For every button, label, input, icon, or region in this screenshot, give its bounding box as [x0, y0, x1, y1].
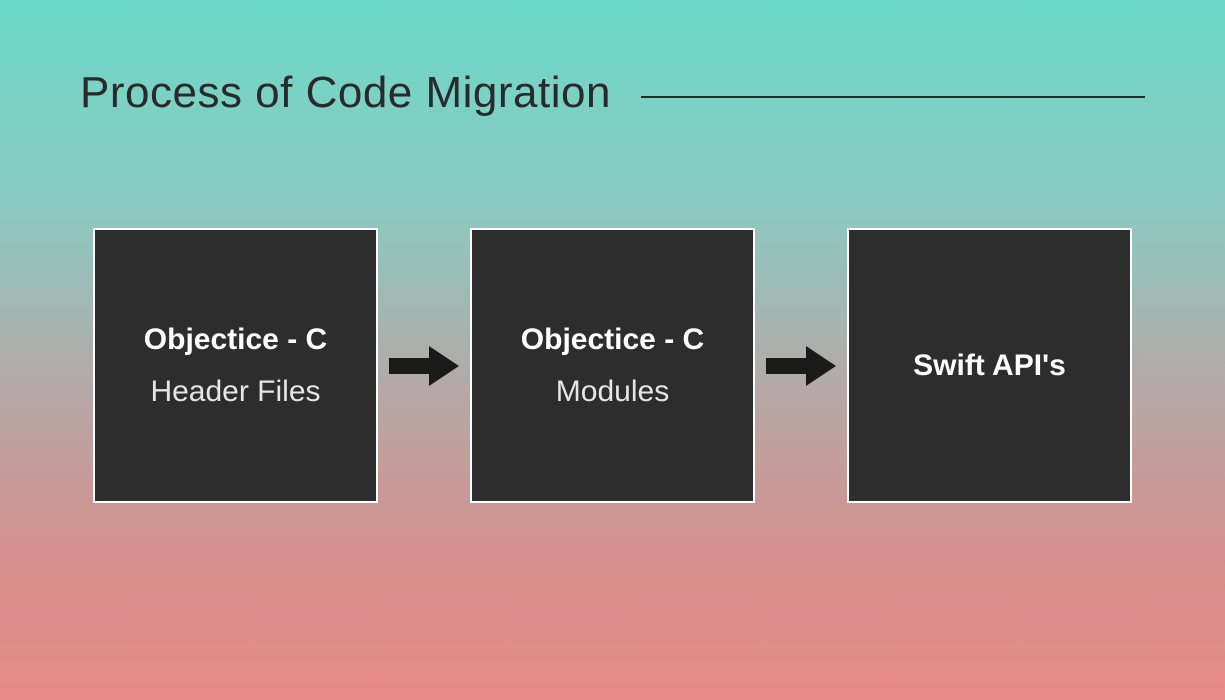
box-subtitle: Header Files — [150, 375, 320, 409]
box-title: Objectice - C — [144, 323, 327, 357]
arrow-2 — [761, 341, 841, 391]
diagram-row: Objectice - C Header Files Objectice - C… — [0, 228, 1225, 503]
box-subtitle: Modules — [556, 375, 669, 409]
diagram-title: Process of Code Migration — [80, 68, 611, 118]
arrow-right-icon — [761, 341, 841, 391]
title-divider-line — [641, 96, 1145, 98]
box-title: Objectice - C — [521, 323, 704, 357]
arrow-1 — [384, 341, 464, 391]
box-swift-apis: Swift API's — [847, 228, 1132, 503]
box-objective-c-modules: Objectice - C Modules — [470, 228, 755, 503]
box-objective-c-header-files: Objectice - C Header Files — [93, 228, 378, 503]
box-title: Swift API's — [913, 349, 1066, 383]
arrow-right-icon — [384, 341, 464, 391]
header-row: Process of Code Migration — [0, 0, 1225, 118]
